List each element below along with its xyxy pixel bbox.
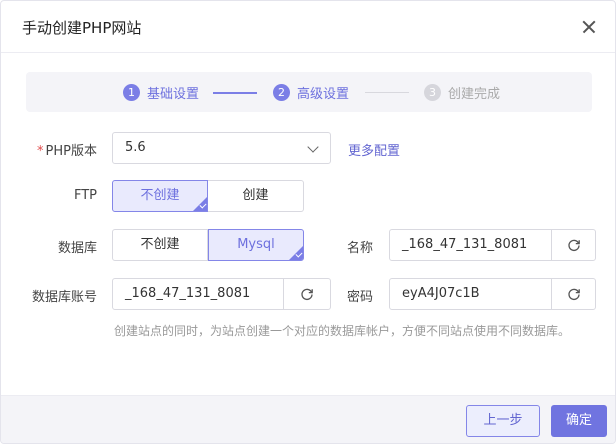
database-option-mysql[interactable]: Mysql bbox=[208, 229, 304, 261]
refresh-icon bbox=[301, 288, 313, 301]
step-label: 创建完成 bbox=[448, 87, 501, 102]
ftp-option-none[interactable]: 不创建 bbox=[112, 180, 208, 212]
db-password-field: eyA4J07c1B bbox=[389, 278, 596, 310]
db-user-refresh-button[interactable] bbox=[283, 279, 330, 309]
db-user-field: _168_47_131_8081 bbox=[112, 278, 331, 310]
step-label: 基础设置 bbox=[147, 87, 200, 102]
database-hint: 创建站点的同时，为站点创建一个对应的数据库帐户，方便不同站点使用不同数据库。 bbox=[114, 324, 571, 338]
db-name-input[interactable]: _168_47_131_8081 bbox=[390, 230, 551, 260]
ftp-toggle: 不创建 创建 bbox=[112, 180, 304, 212]
database-option-label: 不创建 bbox=[140, 237, 180, 252]
database-label: 数据库 bbox=[57, 241, 97, 256]
prev-step-button[interactable]: 上一步 bbox=[466, 405, 540, 437]
step-complete: 3 创建完成 bbox=[424, 83, 500, 102]
create-site-dialog: 手动创建PHP网站 1 基础设置 2 高级设置 3 创建完成 * PHP版本 5.… bbox=[0, 0, 616, 444]
php-version-select[interactable]: 5.6 bbox=[112, 132, 331, 164]
refresh-icon bbox=[567, 239, 580, 252]
step-connector bbox=[213, 92, 257, 94]
db-password-input[interactable]: eyA4J07c1B bbox=[390, 279, 551, 309]
database-option-none[interactable]: 不创建 bbox=[112, 229, 208, 261]
step-connector bbox=[365, 92, 409, 93]
php-version-value: 5.6 bbox=[125, 140, 146, 155]
chevron-down-icon bbox=[307, 141, 319, 153]
dialog-header: 手动创建PHP网站 bbox=[1, 1, 615, 53]
db-user-label: 数据库账号 bbox=[31, 290, 97, 305]
step-indicator: 1 基础设置 2 高级设置 3 创建完成 bbox=[26, 72, 592, 112]
step-basic: 1 基础设置 bbox=[123, 83, 199, 102]
step-label: 高级设置 bbox=[297, 87, 350, 102]
ftp-option-label: 不创建 bbox=[140, 188, 180, 203]
required-mark: * bbox=[37, 144, 44, 159]
step-number: 3 bbox=[424, 84, 441, 101]
ftp-label: FTP bbox=[73, 188, 97, 203]
check-corner-icon bbox=[289, 246, 303, 260]
db-user-input[interactable]: _168_47_131_8081 bbox=[113, 279, 283, 309]
step-number: 2 bbox=[273, 84, 290, 101]
ftp-option-label: 创建 bbox=[242, 188, 269, 203]
dialog-title: 手动创建PHP网站 bbox=[22, 19, 142, 37]
php-version-label: * PHP版本 bbox=[37, 140, 97, 159]
check-corner-icon bbox=[193, 197, 207, 211]
dialog-footer: 上一步 确定 bbox=[1, 395, 615, 443]
db-name-field: _168_47_131_8081 bbox=[389, 229, 596, 261]
step-advanced: 2 高级设置 bbox=[273, 83, 349, 102]
confirm-button[interactable]: 确定 bbox=[551, 405, 607, 437]
db-password-label: 密码 bbox=[346, 290, 373, 305]
db-name-refresh-button[interactable] bbox=[551, 230, 595, 260]
php-version-label-text: PHP版本 bbox=[45, 144, 97, 159]
database-option-label: Mysql bbox=[237, 237, 275, 252]
db-password-refresh-button[interactable] bbox=[551, 279, 595, 309]
close-icon[interactable] bbox=[577, 15, 601, 39]
more-config-link[interactable]: 更多配置 bbox=[348, 140, 400, 159]
db-name-label: 名称 bbox=[346, 241, 373, 256]
step-number: 1 bbox=[123, 84, 140, 101]
database-toggle: 不创建 Mysql bbox=[112, 229, 304, 261]
ftp-option-create[interactable]: 创建 bbox=[208, 180, 304, 212]
refresh-icon bbox=[567, 288, 580, 301]
